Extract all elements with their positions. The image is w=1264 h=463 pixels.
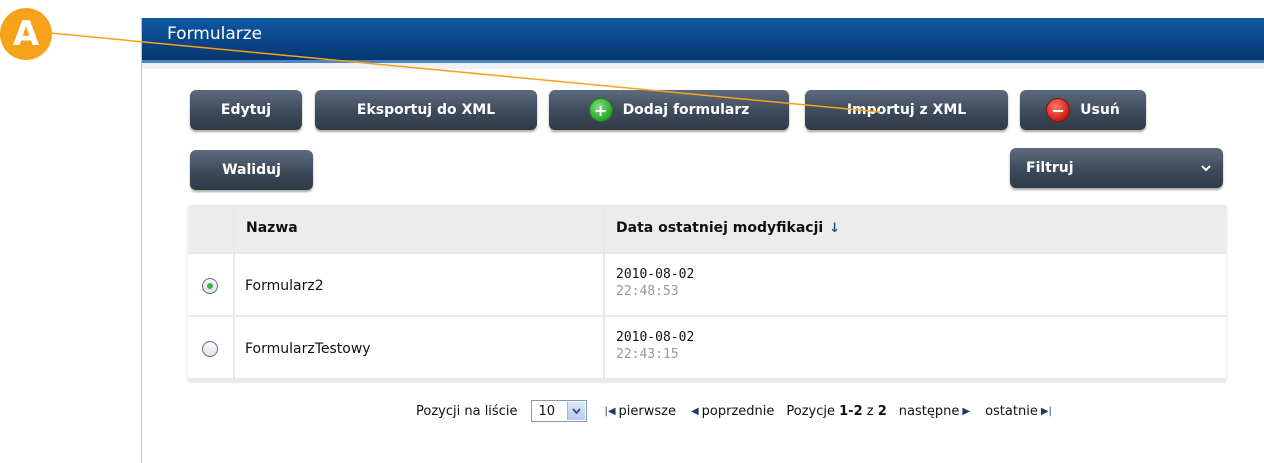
row-select-cell: [188, 254, 233, 315]
row-date: 2010-08-02: [616, 330, 695, 345]
delete-button-label: Usuń: [1080, 102, 1120, 118]
add-form-button-label: Dodaj formularz: [622, 102, 750, 118]
column-header-name[interactable]: Nazwa: [235, 205, 603, 252]
prev-page-label: poprzednie: [701, 403, 775, 419]
export-xml-button-label: Eksportuj do XML: [356, 102, 496, 118]
header-select-cell: [188, 205, 233, 252]
positions-label: Pozycje: [786, 403, 835, 419]
chevron-down-icon: [1201, 165, 1211, 172]
of-label: z: [866, 403, 874, 419]
positions-total: 2: [877, 403, 887, 419]
row-radio[interactable]: [202, 341, 218, 357]
table-header-row: Nazwa Data ostatniej modyfikacji ↓: [188, 205, 1226, 252]
panel-header-shadow: [142, 63, 1264, 69]
row-modified-cell: 2010-08-02 22:43:15: [605, 317, 1226, 378]
first-page-label: pierwsze: [618, 403, 676, 419]
row-date: 2010-08-02: [616, 267, 695, 282]
table-row[interactable]: FormularzTestowy 2010-08-02 22:43:15: [188, 317, 1226, 378]
filter-dropdown-button[interactable]: Filtruj: [1010, 148, 1223, 188]
first-page-link[interactable]: |◀ pierwsze: [601, 404, 676, 419]
row-name-cell: Formularz2: [235, 254, 603, 315]
filter-button-label: Filtruj: [1026, 160, 1074, 176]
validate-button-label: Waliduj: [222, 162, 281, 178]
last-page-link[interactable]: ostatnie ▶|: [985, 404, 1055, 419]
first-page-icon: |◀: [604, 405, 616, 417]
row-select-cell: [188, 317, 233, 378]
pagination-bar: Pozycji na liście 10 |◀ pierwsze ◀ poprzed…: [416, 396, 1055, 426]
forms-table: Nazwa Data ostatniej modyfikacji ↓ Formul…: [188, 205, 1226, 381]
delete-button[interactable]: − Usuń: [1020, 90, 1146, 130]
column-header-modified[interactable]: Data ostatniej modyfikacji ↓: [605, 205, 1226, 252]
plus-icon: +: [588, 98, 613, 122]
select-arrow-icon: [567, 402, 586, 420]
row-modified-cell: 2010-08-02 22:48:53: [605, 254, 1226, 315]
next-page-icon: ▶: [962, 405, 971, 417]
column-header-modified-label: Data ostatniej modyfikacji: [616, 220, 824, 236]
per-page-value: 10: [538, 403, 555, 419]
panel-header: Formularze: [142, 18, 1264, 63]
row-time: 22:43:15: [616, 347, 679, 362]
last-page-icon: ▶|: [1040, 405, 1052, 417]
export-xml-button[interactable]: Eksportuj do XML: [315, 90, 537, 130]
callout-badge: A: [0, 8, 52, 60]
next-page-link[interactable]: następne ▶: [899, 404, 973, 419]
row-radio-selected[interactable]: [202, 278, 218, 294]
column-header-name-label: Nazwa: [246, 220, 298, 236]
table-row[interactable]: Formularz2 2010-08-02 22:48:53: [188, 254, 1226, 315]
column-header-modified-wrap: Data ostatniej modyfikacji ↓: [616, 220, 840, 236]
import-xml-button[interactable]: Importuj z XML: [805, 90, 1008, 130]
row-name: FormularzTestowy: [245, 341, 371, 357]
per-page-label: Pozycji na liście: [416, 403, 518, 419]
row-time: 22:48:53: [616, 284, 679, 299]
prev-page-icon: ◀: [690, 405, 699, 417]
add-form-button[interactable]: + Dodaj formularz: [549, 90, 789, 130]
page-status: Pozycje 1-2 z 2: [786, 404, 886, 419]
sort-down-icon[interactable]: ↓: [829, 221, 840, 236]
positions-range: 1-2: [839, 403, 863, 419]
minus-icon: −: [1046, 98, 1071, 122]
validate-button[interactable]: Waliduj: [190, 150, 313, 190]
row-name-cell: FormularzTestowy: [235, 317, 603, 378]
next-page-label: następne: [898, 403, 960, 419]
row-name: Formularz2: [245, 278, 324, 294]
last-page-label: ostatnie: [985, 403, 1038, 419]
prev-page-link[interactable]: ◀ poprzednie: [688, 404, 774, 419]
import-xml-button-label: Importuj z XML: [846, 102, 967, 118]
per-page-select[interactable]: 10: [531, 400, 588, 422]
edit-button[interactable]: Edytuj: [190, 90, 302, 130]
edit-button-label: Edytuj: [220, 102, 272, 118]
panel-title: Formularze: [167, 24, 263, 44]
